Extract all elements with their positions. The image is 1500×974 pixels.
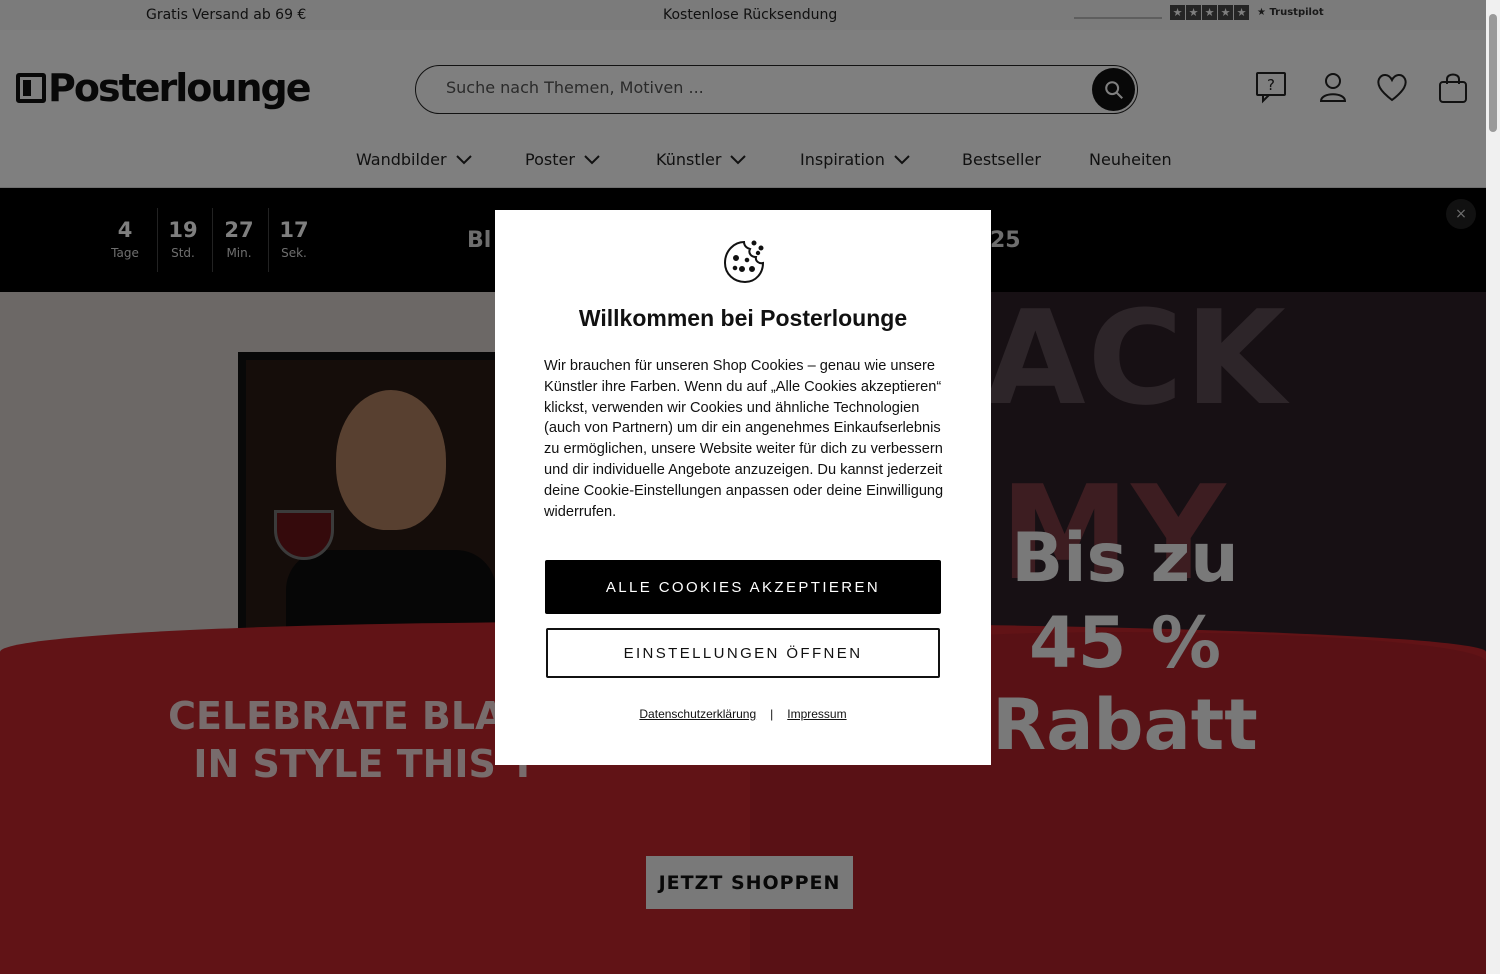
page-scrollbar[interactable]: [1486, 0, 1500, 974]
imprint-link[interactable]: Impressum: [787, 707, 846, 721]
privacy-policy-link[interactable]: Datenschutzerklärung: [639, 707, 756, 721]
accept-all-cookies-button[interactable]: ALLE COOKIES AKZEPTIEREN: [545, 560, 941, 614]
scrollbar-thumb[interactable]: [1489, 14, 1497, 132]
cookie-icon: [723, 240, 765, 284]
cookie-dialog-title: Willkommen bei Posterlounge: [578, 305, 908, 331]
cookie-consent-dialog: Willkommen bei Posterlounge Wir brauchen…: [495, 210, 991, 765]
cookie-dialog-links: Datenschutzerklärung | Impressum: [495, 707, 991, 721]
open-cookie-settings-button[interactable]: EINSTELLUNGEN ÖFFNEN: [546, 628, 940, 678]
link-separator: |: [770, 707, 774, 721]
cookie-dialog-body: Wir brauchen für unseren Shop Cookies – …: [544, 358, 944, 520]
